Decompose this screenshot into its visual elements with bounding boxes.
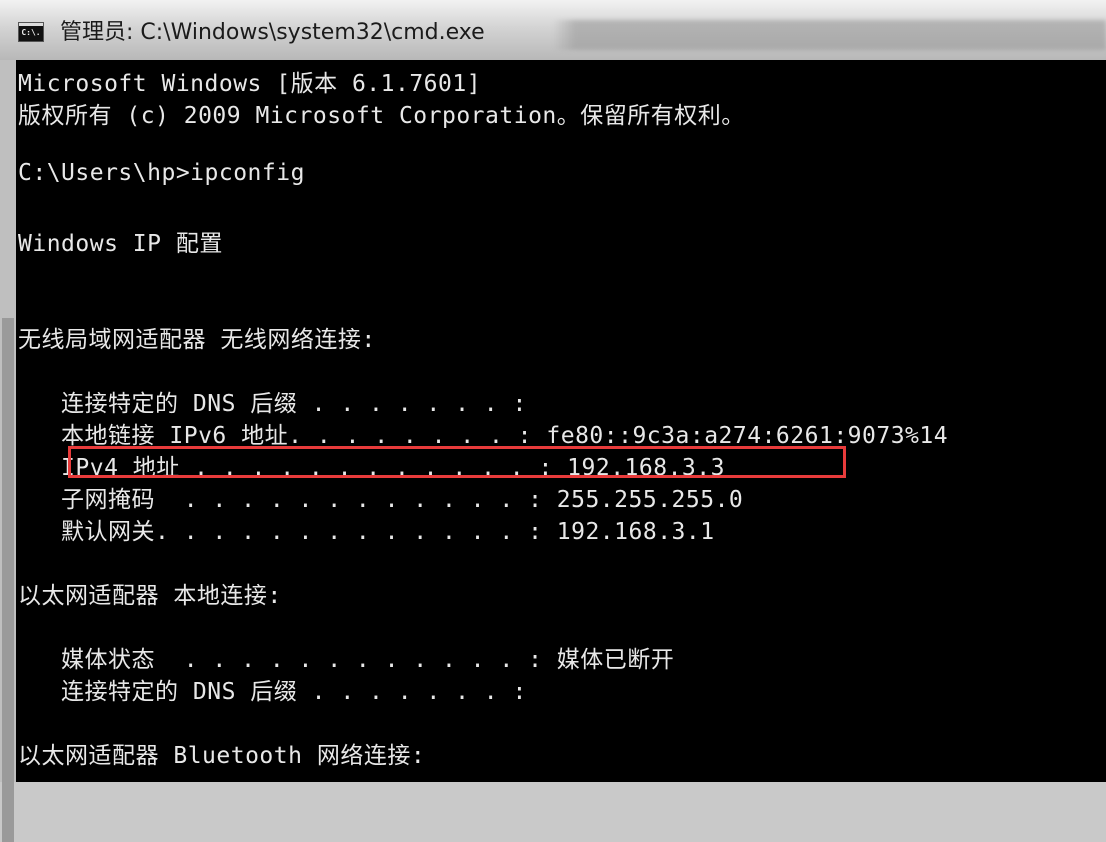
default-gateway-line: 默认网关. . . . . . . . . . . . . : 192.168.…	[18, 519, 715, 545]
window-title: 管理员: C:\Windows\system32\cmd.exe	[60, 20, 485, 45]
ipv4-highlight-box	[68, 446, 846, 478]
adapter-heading-ethernet: 以太网适配器 本地连接:	[18, 583, 282, 609]
media-state-line: 媒体状态 . . . . . . . . . . . . : 媒体已断开	[18, 647, 675, 673]
console-line: C:\Users\hp>ipconfig	[18, 160, 305, 186]
console-line: 版权所有 (c) 2009 Microsoft Corporation。保留所有…	[18, 103, 745, 129]
console-line: 连接特定的 DNS 后缀 . . . . . . . :	[18, 391, 527, 417]
console-line: 连接特定的 DNS 后缀 . . . . . . . :	[18, 679, 527, 705]
cmd-window: C:\. 管理员: C:\Windows\system32\cmd.exe Mi…	[0, 0, 1106, 842]
adapter-heading-wireless: 无线局域网适配器 无线网络连接:	[18, 327, 376, 353]
title-bar[interactable]: C:\. 管理员: C:\Windows\system32\cmd.exe	[0, 0, 1106, 60]
console-line: Microsoft Windows [版本 6.1.7601]	[18, 71, 482, 97]
scrollbar-thumb[interactable]	[2, 318, 14, 842]
ipv6-line: 本地链接 IPv6 地址. . . . . . . . : fe80::9c3a…	[18, 423, 949, 449]
console-line: Windows IP 配置	[18, 231, 223, 257]
cmd-icon: C:\.	[18, 22, 44, 42]
subnet-mask-line: 子网掩码 . . . . . . . . . . . . : 255.255.2…	[18, 487, 744, 513]
window-left-border	[0, 60, 16, 842]
console-output[interactable]: Microsoft Windows [版本 6.1.7601] 版权所有 (c)…	[16, 60, 1106, 782]
adapter-heading-bluetooth: 以太网适配器 Bluetooth 网络连接:	[18, 743, 426, 769]
